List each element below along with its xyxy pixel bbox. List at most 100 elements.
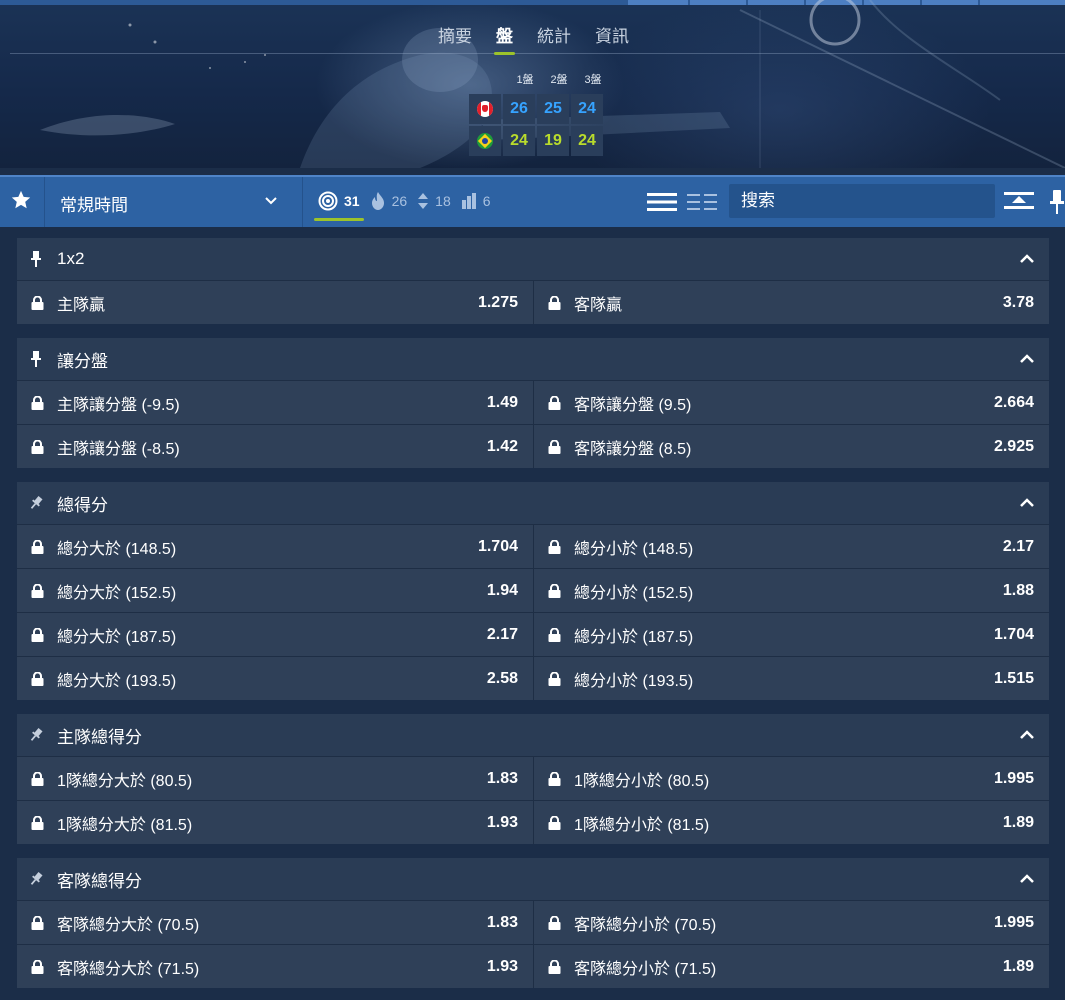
selection-label: 客隊讓分盤 (9.5) [574,396,692,414]
odds-button[interactable]: 總分小於 (187.5) 1.704 [533,613,1049,656]
set-1-header: 1盤 [516,74,534,86]
odds-button[interactable]: 客隊贏 3.78 [533,281,1049,324]
odds-button[interactable]: 客隊總分小於 (70.5) 1.995 [533,901,1049,944]
fire-icon [371,192,384,210]
chevron-up-icon[interactable] [1019,873,1035,885]
markets-list: 1x2 主隊贏 1.275 客隊贏 3.78 讓分盤 主隊讓分盤 (-9.5) 1.49 客隊讓… [17,238,1049,1000]
pin-outline-icon[interactable] [29,495,43,511]
odds-button[interactable]: 主隊讓分盤 (-9.5) 1.49 [17,381,533,424]
pinned-icon[interactable] [29,251,43,267]
odds-button[interactable]: 1隊總分小於 (80.5) 1.995 [533,757,1049,800]
odds-value: 2.925 [993,437,1034,455]
tab-info[interactable]: 資訊 [595,22,629,47]
selection-label: 1隊總分小於 (81.5) [574,816,710,834]
odds-value: 1.704 [477,537,518,555]
list-view-icon[interactable] [647,191,677,213]
odds-button[interactable]: 總分大於 (148.5) 1.704 [17,525,533,568]
scoreboard-row-home: 26 25 24 [469,94,605,124]
lock-icon [548,295,561,310]
collapse-all-icon[interactable] [1004,190,1034,212]
set-2-header: 2盤 [550,74,568,86]
selection-label: 1隊總分小於 (80.5) [574,772,710,790]
odds-button[interactable]: 客隊總分大於 (70.5) 1.83 [17,901,533,944]
odds-value: 2.17 [486,625,518,643]
selection-label: 主隊贏 [57,296,106,314]
odds-value: 1.93 [486,957,518,975]
lock-icon [548,915,561,930]
odds-button[interactable]: 總分小於 (148.5) 2.17 [533,525,1049,568]
odds-value: 2.17 [1002,537,1034,555]
odds-button[interactable]: 1隊總分小於 (81.5) 1.89 [533,801,1049,844]
market-group-header[interactable]: 客隊總得分 [17,858,1049,900]
lock-icon [31,395,44,410]
lock-icon [548,815,561,830]
home-set-2-score: 25 [537,94,569,124]
odds-value: 1.995 [993,769,1034,787]
odds-button[interactable]: 1隊總分大於 (81.5) 1.93 [17,801,533,844]
filter-all[interactable]: 31 [314,191,364,221]
scoreboard-row-away: 24 19 24 [469,126,605,156]
odds-button[interactable]: 總分小於 (152.5) 1.88 [533,569,1049,612]
lock-icon [548,583,561,598]
market-row: 總分大於 (148.5) 1.704 總分小於 (148.5) 2.17 [17,524,1049,568]
odds-button[interactable]: 主隊讓分盤 (-8.5) 1.42 [17,425,533,468]
tab-markets[interactable]: 盤 [494,22,515,55]
tab-stats[interactable]: 統計 [537,22,571,47]
market-row: 主隊贏 1.275 客隊贏 3.78 [17,280,1049,324]
odds-button[interactable]: 總分大於 (152.5) 1.94 [17,569,533,612]
odds-value: 1.275 [477,293,518,311]
home-set-1-score: 26 [503,94,535,124]
odds-value: 1.89 [1002,813,1034,831]
odds-value: 1.704 [993,625,1034,643]
two-column-view-icon[interactable] [687,191,717,213]
tab-summary[interactable]: 摘要 [438,22,472,47]
filter-totals[interactable]: 6 [461,192,491,210]
away-set-3-score: 24 [571,126,603,156]
pinned-icon[interactable] [29,351,43,367]
chevron-up-icon[interactable] [1019,253,1035,265]
search-input[interactable] [729,184,995,218]
market-group-header[interactable]: 總得分 [17,482,1049,524]
odds-button[interactable]: 客隊總分大於 (71.5) 1.93 [17,945,533,988]
filter-handicap[interactable]: 18 [417,192,451,210]
match-header: 摘要 盤 統計 資訊 1盤 2盤 3盤 26 25 24 24 19 24 [0,0,1065,168]
lock-icon [548,395,561,410]
favorite-star-icon[interactable] [10,189,32,211]
lock-icon [31,295,44,310]
pin-outline-icon[interactable] [29,727,43,743]
odds-value: 1.83 [486,769,518,787]
odds-value: 2.664 [993,393,1034,411]
odds-button[interactable]: 1隊總分大於 (80.5) 1.83 [17,757,533,800]
chevron-up-icon[interactable] [1019,729,1035,741]
market-group: 總得分 總分大於 (148.5) 1.704 總分小於 (148.5) 2.17 總分大於… [17,482,1049,700]
scoreboard-header: 1盤 2盤 3盤 [508,71,610,87]
market-group-header[interactable]: 主隊總得分 [17,714,1049,756]
odds-button[interactable]: 主隊贏 1.275 [17,281,533,324]
lock-icon [548,771,561,786]
market-row: 總分大於 (152.5) 1.94 總分小於 (152.5) 1.88 [17,568,1049,612]
pin-outline-icon[interactable] [29,871,43,887]
odds-button[interactable]: 客隊讓分盤 (8.5) 2.925 [533,425,1049,468]
match-tabs: 摘要 盤 統計 資訊 [438,22,653,55]
market-group-header[interactable]: 讓分盤 [17,338,1049,380]
lock-icon [31,439,44,454]
odds-button[interactable]: 客隊讓分盤 (9.5) 2.664 [533,381,1049,424]
filter-all-count: 31 [344,193,360,209]
market-row: 1隊總分大於 (80.5) 1.83 1隊總分小於 (80.5) 1.995 [17,756,1049,800]
market-row: 總分大於 (193.5) 2.58 總分小於 (193.5) 1.515 [17,656,1049,700]
odds-button[interactable]: 總分小於 (193.5) 1.515 [533,657,1049,700]
period-select[interactable]: 常規時間 [60,191,128,216]
pin-icon[interactable] [1050,190,1064,214]
ladder-icon [461,193,476,209]
odds-button[interactable]: 客隊總分小於 (71.5) 1.89 [533,945,1049,988]
chevron-up-icon[interactable] [1019,497,1035,509]
selection-label: 客隊總分小於 (71.5) [574,960,717,978]
chevron-down-icon[interactable] [265,196,277,206]
odds-button[interactable]: 總分大於 (187.5) 2.17 [17,613,533,656]
chevron-up-icon[interactable] [1019,353,1035,365]
market-group-header[interactable]: 1x2 [17,238,1049,280]
selection-label: 主隊讓分盤 (-9.5) [57,396,180,414]
odds-button[interactable]: 總分大於 (193.5) 2.58 [17,657,533,700]
market-group-title: 主隊總得分 [57,727,142,747]
filter-popular[interactable]: 26 [370,191,407,211]
